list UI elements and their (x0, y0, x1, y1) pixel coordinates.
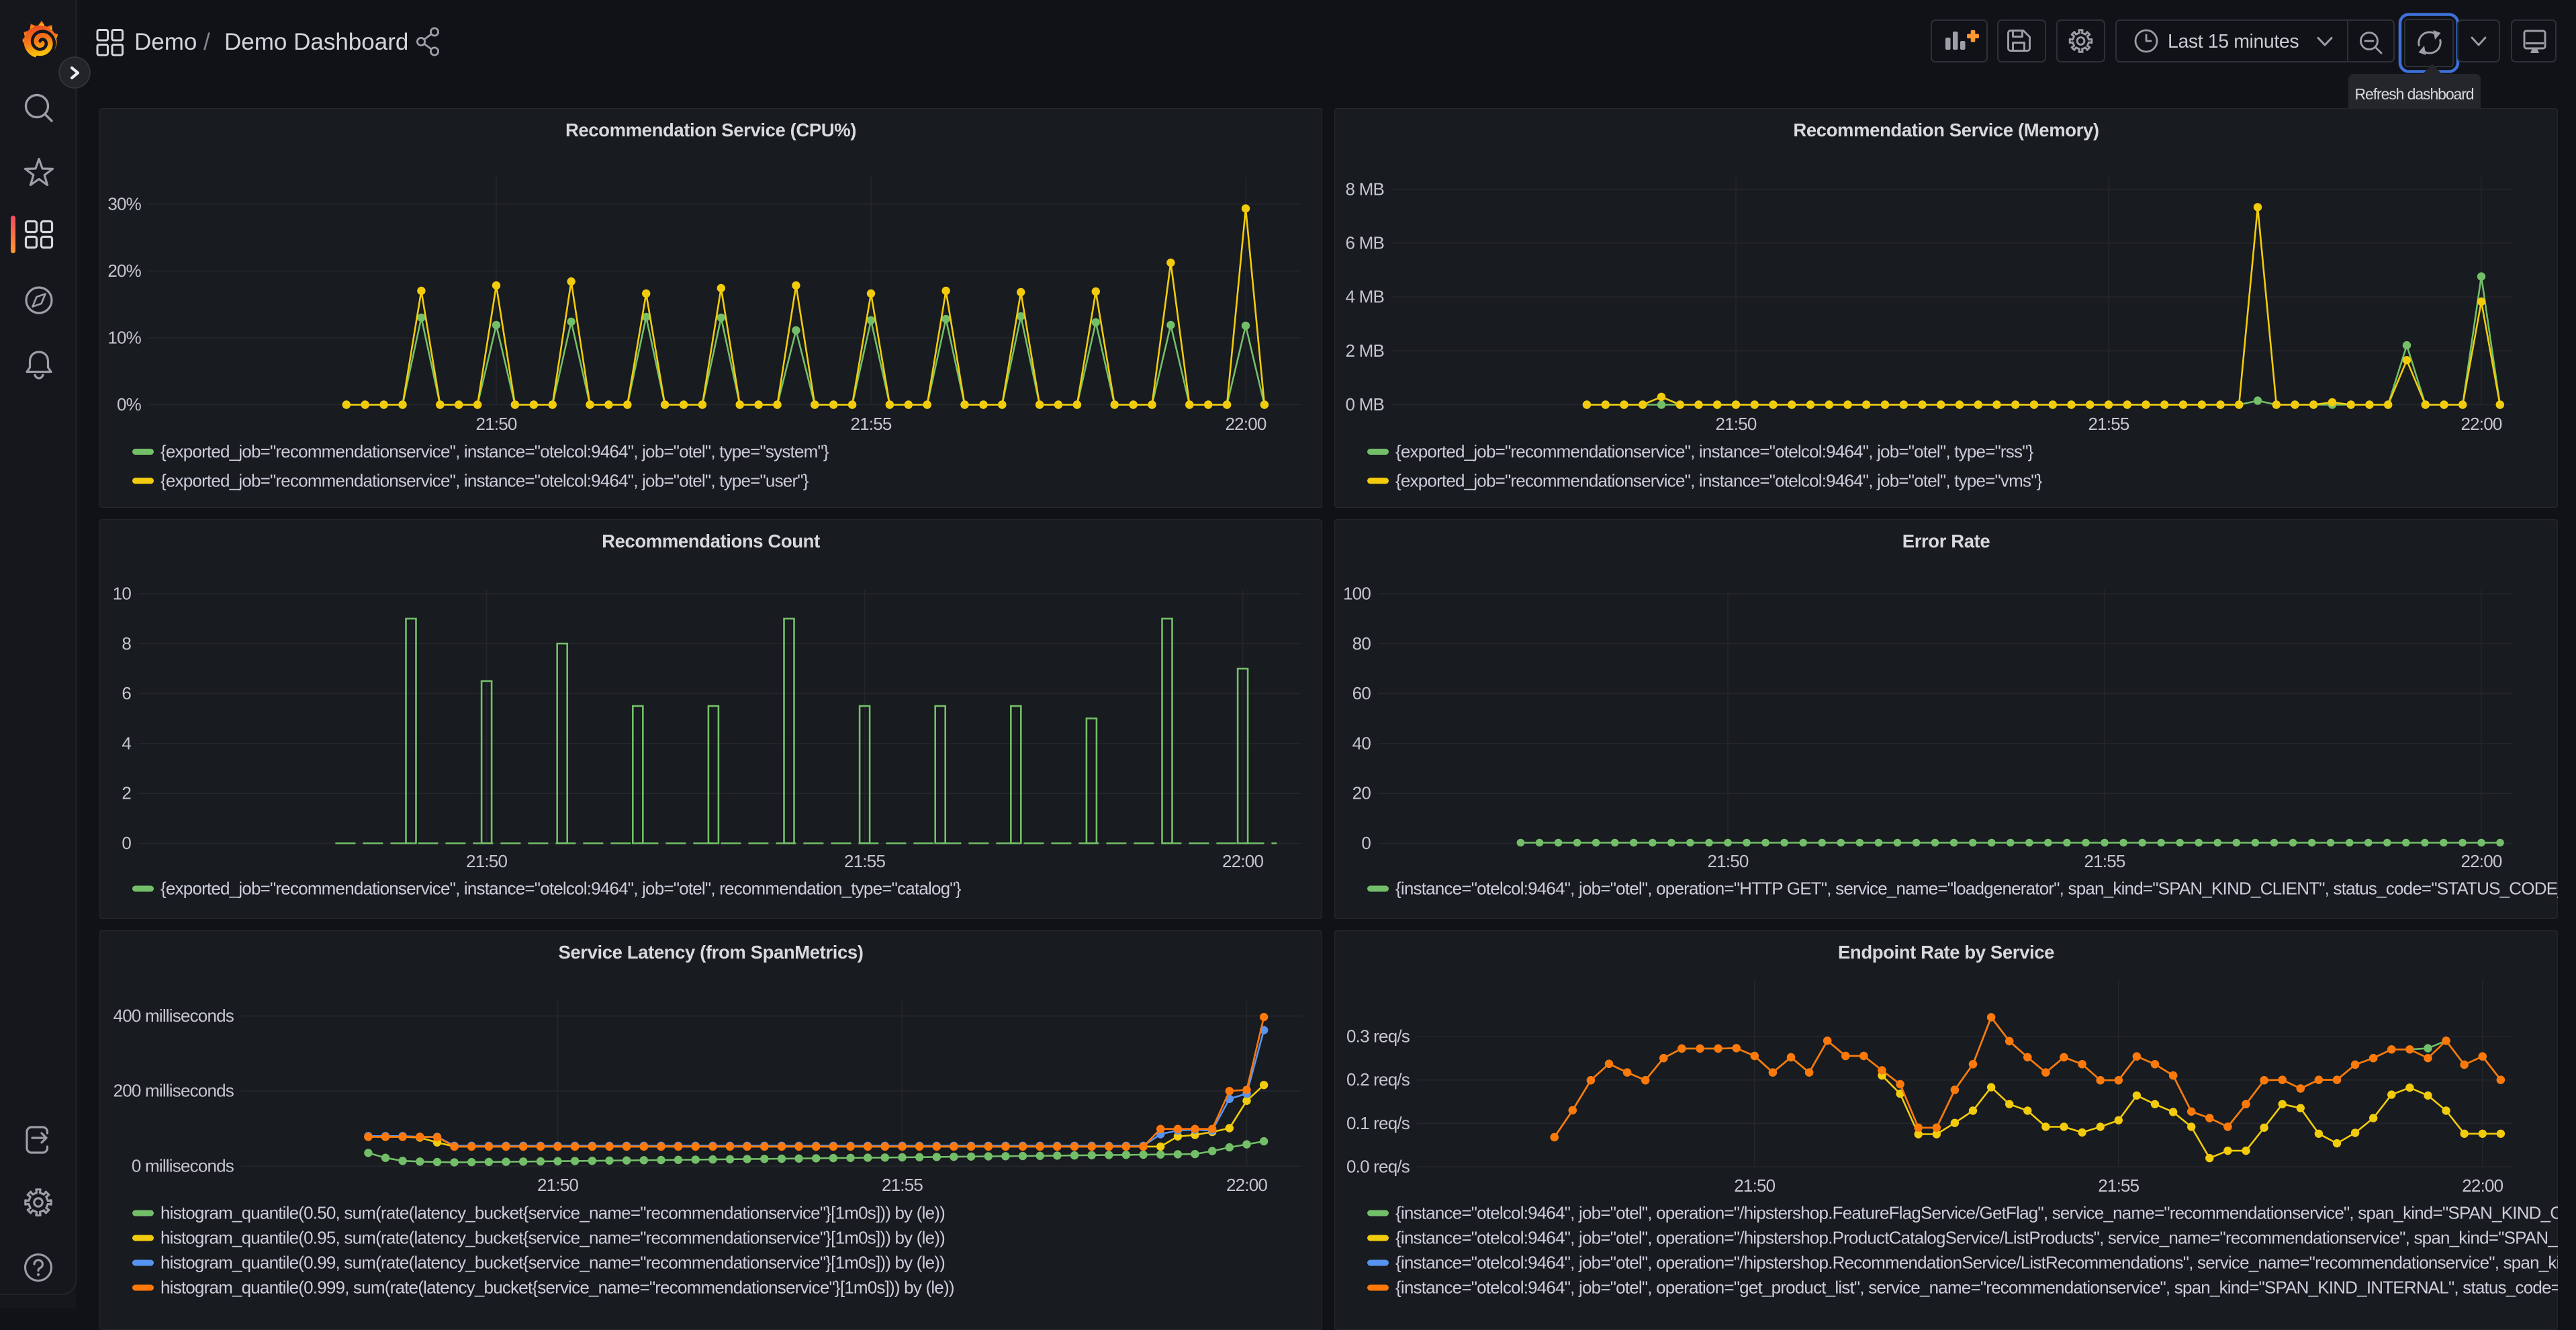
svg-text:0.2 req/s: 0.2 req/s (1346, 1069, 1410, 1090)
svg-text:80: 80 (1352, 633, 1371, 654)
svg-text:21:55: 21:55 (2088, 414, 2129, 434)
svg-text:10: 10 (113, 584, 132, 604)
svg-text:4: 4 (122, 733, 131, 753)
svg-text:{instance="otelcol:9464", job=: {instance="otelcol:9464", job="otel", op… (1395, 1253, 2558, 1273)
svg-text:0: 0 (1361, 833, 1371, 853)
svg-text:/: / (203, 29, 210, 55)
svg-text:6: 6 (122, 683, 131, 703)
svg-text:2: 2 (122, 783, 131, 803)
svg-text:Error Rate: Error Rate (1902, 531, 1990, 551)
svg-text:Last 15 minutes: Last 15 minutes (2168, 31, 2299, 52)
svg-text:21:55: 21:55 (844, 851, 885, 871)
svg-text:22:00: 22:00 (2462, 1176, 2503, 1196)
svg-text:{instance="otelcol:9464", job=: {instance="otelcol:9464", job="otel", op… (1395, 1278, 2558, 1298)
svg-text:22:00: 22:00 (2460, 851, 2501, 871)
svg-text:8: 8 (122, 633, 131, 654)
svg-text:Endpoint Rate by Service: Endpoint Rate by Service (1838, 942, 2054, 963)
svg-text:{exported_job="recommendations: {exported_job="recommendationservice", i… (1395, 470, 2043, 490)
svg-text:0 MB: 0 MB (1346, 394, 1384, 414)
svg-text:{exported_job="recommendations: {exported_job="recommendationservice", i… (160, 441, 829, 461)
svg-text:0 milliseconds: 0 milliseconds (132, 1156, 234, 1176)
svg-text:Recommendation Service (CPU%): Recommendation Service (CPU%) (565, 120, 856, 140)
svg-text:21:55: 21:55 (850, 414, 891, 434)
svg-text:Recommendation Service (Memory: Recommendation Service (Memory) (1793, 120, 2099, 140)
svg-text:40: 40 (1352, 733, 1371, 753)
svg-text:6 MB: 6 MB (1346, 233, 1384, 253)
svg-text:21:50: 21:50 (1707, 851, 1748, 871)
svg-text:21:50: 21:50 (1715, 414, 1756, 434)
svg-text:{instance="otelcol:9464", job=: {instance="otelcol:9464", job="otel", op… (1395, 879, 2558, 899)
svg-text:200 milliseconds: 200 milliseconds (113, 1081, 234, 1101)
svg-text:22:00: 22:00 (1226, 1175, 1267, 1195)
svg-text:0: 0 (122, 833, 131, 853)
svg-text:21:55: 21:55 (882, 1175, 923, 1195)
svg-text:{exported_job="recommendations: {exported_job="recommendationservice", i… (160, 470, 809, 490)
svg-text:0.0 req/s: 0.0 req/s (1346, 1157, 1410, 1177)
svg-text:4 MB: 4 MB (1346, 287, 1384, 307)
svg-text:histogram_quantile(0.95, sum(r: histogram_quantile(0.95, sum(rate(latenc… (160, 1228, 945, 1248)
svg-text:20%: 20% (107, 261, 141, 281)
svg-text:histogram_quantile(0.999, sum(: histogram_quantile(0.999, sum(rate(laten… (160, 1278, 954, 1298)
svg-text:8 MB: 8 MB (1346, 179, 1384, 199)
svg-text:21:55: 21:55 (2098, 1176, 2139, 1196)
svg-text:400 milliseconds: 400 milliseconds (113, 1006, 234, 1026)
svg-text:Demo Dashboard: Demo Dashboard (224, 29, 408, 55)
svg-text:21:50: 21:50 (537, 1175, 578, 1195)
svg-text:22:00: 22:00 (1222, 851, 1263, 871)
svg-text:10%: 10% (107, 328, 141, 348)
svg-text:100: 100 (1343, 584, 1371, 604)
svg-text:{exported_job="recommendations: {exported_job="recommendationservice", i… (160, 879, 962, 899)
svg-text:Demo: Demo (134, 29, 197, 55)
svg-text:Recommendations Count: Recommendations Count (602, 531, 820, 551)
svg-text:{instance="otelcol:9464", job=: {instance="otelcol:9464", job="otel", op… (1395, 1228, 2558, 1248)
svg-text:Service Latency (from SpanMetr: Service Latency (from SpanMetrics) (558, 942, 863, 963)
svg-text:{exported_job="recommendations: {exported_job="recommendationservice", i… (1395, 441, 2034, 461)
svg-text:Refresh dashboard: Refresh dashboard (2355, 85, 2474, 103)
svg-text:histogram_quantile(0.50, sum(r: histogram_quantile(0.50, sum(rate(latenc… (160, 1203, 945, 1223)
svg-text:30%: 30% (107, 194, 141, 214)
svg-text:histogram_quantile(0.99, sum(r: histogram_quantile(0.99, sum(rate(latenc… (160, 1253, 945, 1273)
svg-text:22:00: 22:00 (2460, 414, 2501, 434)
svg-text:0.1 req/s: 0.1 req/s (1346, 1113, 1410, 1133)
svg-text:21:50: 21:50 (466, 851, 507, 871)
svg-text:{instance="otelcol:9464", job=: {instance="otelcol:9464", job="otel", op… (1395, 1203, 2558, 1223)
svg-text:21:55: 21:55 (2084, 851, 2125, 871)
svg-text:20: 20 (1352, 783, 1371, 803)
svg-text:0.3 req/s: 0.3 req/s (1346, 1026, 1410, 1047)
svg-text:2 MB: 2 MB (1346, 341, 1384, 361)
svg-text:21:50: 21:50 (475, 414, 516, 434)
svg-text:60: 60 (1352, 683, 1371, 703)
svg-text:22:00: 22:00 (1225, 414, 1266, 434)
svg-text:0%: 0% (117, 394, 142, 414)
svg-text:21:50: 21:50 (1734, 1176, 1775, 1196)
